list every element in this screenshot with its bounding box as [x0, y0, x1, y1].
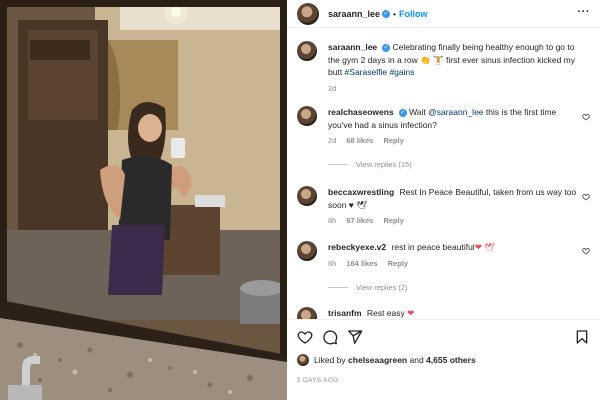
author-avatar[interactable] — [297, 2, 319, 25]
comment-meta: 8h 67 likes Reply — [328, 215, 578, 228]
comment-body: rebeckyexe.v2 rest in peace beautiful❤ 🕊… — [328, 241, 578, 270]
hashtag-link[interactable]: #Saraselfie — [345, 67, 388, 77]
post-timestamp: 2 DAYS AGO — [297, 377, 339, 384]
caption-meta: 2d — [328, 83, 578, 96]
commenter-username[interactable]: realchaseowens — [328, 107, 394, 117]
commenter-avatar[interactable] — [297, 106, 317, 126]
post-detail-panel: saraann_lee ✓ • Follow ··· saraann_lee ✓ … — [287, 0, 600, 400]
hashtag-link[interactable]: #gains — [389, 67, 414, 77]
follow-button[interactable]: Follow — [399, 9, 428, 19]
liked-by-and: and — [409, 355, 424, 365]
commenter-avatar[interactable] — [297, 241, 317, 261]
comment-emoji: ❤ — [407, 308, 415, 318]
comment-text: Rest easy — [366, 308, 408, 318]
comment-emoji: ❤ 🕊 — [474, 242, 495, 252]
comment-meta: 2d 68 likes Reply — [328, 135, 578, 148]
action-bar — [287, 319, 600, 353]
mention-link[interactable]: @saraann_lee — [428, 107, 483, 117]
paper-plane-icon[interactable] — [347, 329, 363, 345]
caption-username[interactable]: saraann_lee — [328, 42, 377, 52]
liked-by-others[interactable]: 4,655 others — [426, 355, 476, 365]
view-replies-button[interactable]: View replies (15) — [328, 160, 412, 169]
comment-text: rest in peace beautiful — [391, 242, 475, 252]
comment-body: realchaseowens ✓ Wait @saraann_lee this i… — [328, 106, 578, 148]
caption-emoji: 👏 🏋 — [420, 54, 444, 65]
post-header: saraann_lee ✓ • Follow ··· — [287, 0, 600, 28]
author-username[interactable]: saraann_lee — [328, 9, 380, 19]
heart-outline-icon[interactable] — [582, 113, 590, 121]
comment-meta: 8h 164 likes Reply — [328, 258, 578, 271]
comments-scroll-area[interactable]: saraann_lee ✓ Celebrating finally being h… — [287, 29, 600, 319]
comment-time: 8h — [328, 216, 337, 225]
caption-time: 2d — [328, 83, 337, 93]
heart-outline-icon[interactable] — [297, 329, 313, 345]
commenter-username[interactable]: rebeckyexe.v2 — [328, 242, 386, 252]
commenter-username[interactable]: trisanfm — [328, 308, 362, 318]
comment-likes[interactable]: 67 likes — [346, 216, 373, 225]
commenter-avatar[interactable] — [297, 186, 317, 206]
verified-badge-icon: ✓ — [382, 44, 391, 52]
comment-likes[interactable]: 68 likes — [346, 136, 373, 145]
heart-outline-icon[interactable] — [582, 247, 590, 255]
reply-button[interactable]: Reply — [383, 216, 403, 225]
bookmark-icon[interactable] — [574, 329, 590, 345]
liked-by-prefix: Liked by — [314, 355, 346, 365]
commenter-username[interactable]: beccaxwrestling — [328, 187, 394, 197]
comment-time: 2d — [328, 136, 337, 145]
comment-time: 8h — [328, 258, 337, 268]
comment-likes[interactable]: 164 likes — [346, 259, 377, 268]
more-options-button[interactable]: ··· — [578, 6, 591, 18]
comment-body: trisanfm Rest easy ❤ — [328, 307, 578, 319]
view-replies-button[interactable]: View replies (2) — [328, 283, 408, 292]
comment-emoji: 🕊 — [356, 199, 367, 210]
reply-button[interactable]: Reply — [383, 136, 403, 145]
mirror-selfie-image — [0, 0, 287, 400]
verified-badge-icon: ✓ — [398, 109, 407, 117]
separator-dot: • — [393, 8, 397, 19]
commenter-avatar[interactable] — [297, 307, 317, 319]
post-photo — [0, 0, 287, 400]
reply-button[interactable]: Reply — [388, 259, 408, 268]
heart-outline-icon[interactable] — [582, 193, 590, 201]
author-avatar[interactable] — [297, 41, 317, 61]
liked-by-line: Liked by chelseaagreen and 4,655 others — [297, 354, 476, 366]
comment-body: beccaxwrestling Rest In Peace Beautiful,… — [328, 186, 578, 228]
verified-badge-icon: ✓ — [382, 9, 391, 18]
comment-icon[interactable] — [322, 329, 338, 345]
comment-text-prefix: Wait — [409, 107, 429, 117]
liked-by-user[interactable]: chelseaagreen — [348, 355, 407, 365]
caption-body: saraann_lee ✓ Celebrating finally being h… — [328, 41, 578, 95]
liker-avatar[interactable] — [297, 354, 309, 366]
